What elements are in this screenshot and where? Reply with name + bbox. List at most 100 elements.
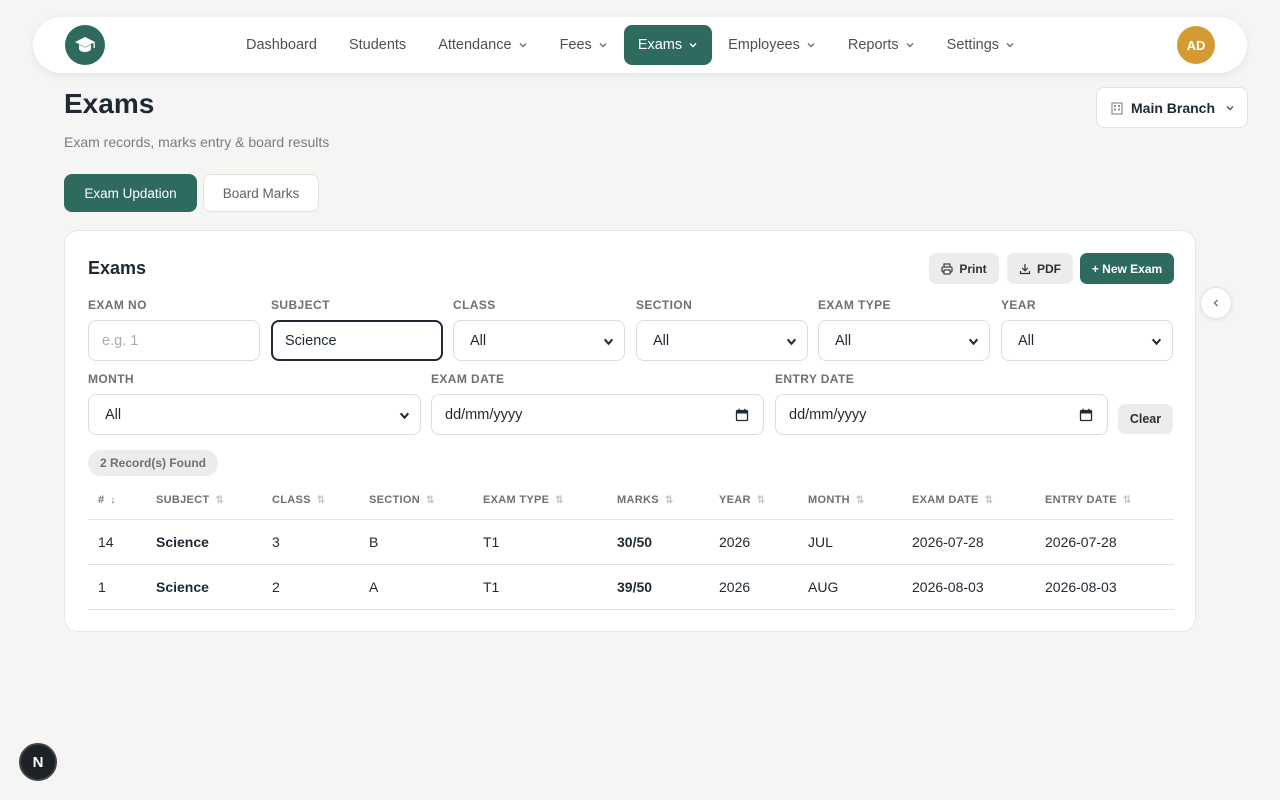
column-header-exam-date[interactable]: EXAM DATE ⇅ <box>902 482 1035 520</box>
print-button[interactable]: Print <box>929 253 999 284</box>
n-badge-icon[interactable]: N <box>19 743 57 781</box>
exams-card: Exams Print PDF + New Exam EXAM NO e.g. … <box>64 230 1196 632</box>
column-header-entry-date[interactable]: ENTRY DATE ⇅ <box>1035 482 1174 520</box>
nav-item-fees[interactable]: Fees <box>544 25 624 65</box>
exam-date-placeholder: dd/mm/yyyy <box>445 406 523 423</box>
pdf-button[interactable]: PDF <box>1007 253 1073 284</box>
records-count-badge: 2 Record(s) Found <box>88 450 219 476</box>
user-avatar[interactable]: AD <box>1177 26 1215 64</box>
column-header-class[interactable]: CLASS ⇅ <box>262 482 359 520</box>
cell-year: 2026 <box>709 519 798 565</box>
section-select[interactable]: All <box>636 320 808 361</box>
nav-item-settings[interactable]: Settings <box>931 25 1031 65</box>
calendar-icon[interactable] <box>735 408 749 422</box>
cell-entry-date: 2026-08-03 <box>1035 564 1174 610</box>
nav-item-students[interactable]: Students <box>333 25 422 65</box>
column-header-label: ENTRY DATE <box>1045 494 1117 507</box>
column-header-label: MONTH <box>808 494 850 507</box>
sort-icon: ⇅ <box>426 495 435 507</box>
nav-item-reports[interactable]: Reports <box>832 25 931 65</box>
nav-item-attendance[interactable]: Attendance <box>422 25 543 65</box>
entry-date-placeholder: dd/mm/yyyy <box>789 406 867 423</box>
chevron-down-icon <box>786 338 797 346</box>
exam-no-label: EXAM NO <box>88 298 147 312</box>
top-navbar: Dashboard Students Attendance Fees Exams… <box>33 17 1247 73</box>
table-header-row: # ↓ SUBJECT ⇅ CLASS ⇅ SECTION ⇅ EXAM TYPE ⇅ M… <box>88 482 1174 520</box>
chevron-down-icon <box>1151 338 1162 346</box>
class-select[interactable]: All <box>453 320 625 361</box>
column-header-label: EXAM DATE <box>912 494 979 507</box>
subject-label: SUBJECT <box>271 298 330 312</box>
graduation-cap-logo-icon[interactable] <box>65 25 105 65</box>
print-label: Print <box>959 261 987 276</box>
chevron-down-icon <box>1226 105 1234 110</box>
nav-item-label: Employees <box>728 37 800 53</box>
column-header-label: CLASS <box>272 494 311 507</box>
column-header-label: SUBJECT <box>156 494 210 507</box>
sort-icon: ⇅ <box>756 495 766 507</box>
exam-date-input[interactable]: dd/mm/yyyy <box>431 394 764 435</box>
cell-number: 14 <box>88 519 146 565</box>
cell-number: 1 <box>88 564 146 610</box>
column-header-label: SECTION <box>369 494 420 507</box>
class-select-value: All <box>470 332 487 349</box>
sort-icon: ⇅ <box>215 495 225 507</box>
nav-item-label: Reports <box>847 37 899 53</box>
page-subtitle: Exam records, marks entry & board result… <box>64 134 330 150</box>
column-header-subject[interactable]: SUBJECT ⇅ <box>146 482 262 520</box>
tab-exam-updation[interactable]: Exam Updation <box>64 174 197 212</box>
month-select-value: All <box>105 406 122 423</box>
sort-icon: ⇅ <box>984 495 994 507</box>
nav-item-label: Dashboard <box>246 37 317 53</box>
table-row[interactable]: 14 Science 3 B T1 30/50 2026 JUL 2026-07… <box>88 519 1174 565</box>
table-row[interactable]: 1 Science 2 A T1 39/50 2026 AUG 2026-08-… <box>88 564 1174 610</box>
section-label: SECTION <box>636 298 693 312</box>
nav-item-dashboard[interactable]: Dashboard <box>230 25 333 65</box>
nav-item-label: Exams <box>637 37 683 53</box>
column-header-month[interactable]: MONTH ⇅ <box>798 482 902 520</box>
column-header-section[interactable]: SECTION ⇅ <box>359 482 473 520</box>
exam-type-label: EXAM TYPE <box>818 298 891 312</box>
chevron-down-icon <box>807 43 815 48</box>
new-exam-button[interactable]: + New Exam <box>1080 253 1174 284</box>
cell-subject: Science <box>146 564 262 610</box>
calendar-icon[interactable] <box>1079 408 1093 422</box>
nav-item-label: Fees <box>559 37 592 53</box>
chevron-down-icon <box>603 338 614 346</box>
nav-menu: Dashboard Students Attendance Fees Exams… <box>230 25 1031 65</box>
sort-icon: ⇅ <box>855 495 865 507</box>
sort-icon: ⇅ <box>316 495 326 507</box>
year-select-value: All <box>1018 332 1035 349</box>
chevron-down-icon <box>906 43 914 48</box>
exam-type-select[interactable]: All <box>818 320 990 361</box>
column-header-exam-type[interactable]: EXAM TYPE ⇅ <box>473 482 607 520</box>
column-header-marks[interactable]: MARKS ⇅ <box>607 482 709 520</box>
sort-icon: ⇅ <box>555 495 564 507</box>
entry-date-input[interactable]: dd/mm/yyyy <box>775 394 1108 435</box>
nav-item-label: Students <box>348 37 407 53</box>
cell-marks: 30/50 <box>607 519 709 565</box>
clear-filters-button[interactable]: Clear <box>1118 404 1173 434</box>
sort-icon: ⇅ <box>664 495 674 507</box>
chevron-down-icon <box>1006 43 1014 48</box>
nav-item-employees[interactable]: Employees <box>712 25 832 65</box>
year-select[interactable]: All <box>1001 320 1173 361</box>
chevron-down-icon <box>689 43 697 48</box>
nav-item-label: Settings <box>946 37 1000 53</box>
pdf-label: PDF <box>1037 261 1061 276</box>
column-header-year[interactable]: YEAR ⇅ <box>709 482 798 520</box>
tab-board-marks[interactable]: Board Marks <box>203 174 319 212</box>
chevron-down-icon <box>399 412 410 420</box>
collapse-panel-button[interactable] <box>1200 287 1232 319</box>
exams-table: # ↓ SUBJECT ⇅ CLASS ⇅ SECTION ⇅ EXAM TYPE ⇅ M… <box>88 482 1174 610</box>
exam-no-input[interactable]: e.g. 1 <box>88 320 260 361</box>
column-header-number[interactable]: # ↓ <box>88 482 146 520</box>
month-select[interactable]: All <box>88 394 421 435</box>
branch-selector[interactable]: Main Branch <box>1096 87 1248 128</box>
cell-section: B <box>359 519 473 565</box>
chevron-down-icon <box>519 43 527 48</box>
cell-year: 2026 <box>709 564 798 610</box>
nav-item-exams[interactable]: Exams <box>623 25 713 65</box>
subject-input[interactable]: Science <box>271 320 443 361</box>
cell-class: 3 <box>262 519 359 565</box>
